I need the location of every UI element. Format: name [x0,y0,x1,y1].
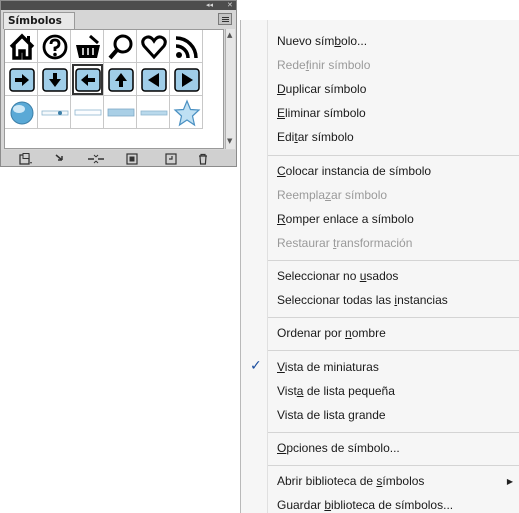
search-icon [108,34,133,60]
delete-symbol-icon[interactable] [197,153,209,165]
new-symbol-icon[interactable] [165,153,177,165]
menu-item-delete-symbol[interactable]: Eliminar símbolo [277,106,366,120]
arrow-left-triangle-button [141,68,167,92]
symbol-globe[interactable] [5,96,38,129]
menu-item-thumbnail-view[interactable]: Vista de miniaturas [277,360,379,374]
menu-item-edit-symbol[interactable]: Editar símbolo [277,130,354,144]
menu-item-replace-symbol[interactable]: Reemplazar símbolo [277,188,387,202]
thin-blue-bar [140,110,168,116]
slider-bar [41,110,69,116]
symbol-slider-bar[interactable] [38,96,71,129]
menu-item-large-list-view[interactable]: Vista de lista grande [277,408,386,422]
submenu-arrow-icon: ▶ [506,477,513,486]
menu-separator [268,317,519,318]
close-icon[interactable]: ✕ [227,0,233,10]
menu-item-new-symbol[interactable]: Nuevo símbolo... [277,34,367,48]
symbol-blue-bar[interactable] [104,96,137,129]
menu-separator [268,260,519,261]
symbols-panel: ◂◂ ✕ Símbolos ▲ ▼ [0,0,237,167]
symbol-basket[interactable] [71,30,104,63]
empty-bar [74,109,102,116]
menu-item-reset-transformation[interactable]: Restaurar transformación [277,236,412,250]
panel-context-menu: Nuevo símbolo... Redefinir símbolo Dupli… [240,20,519,513]
star-icon [173,99,201,127]
menu-item-sort-by-name[interactable]: Ordenar por nombre [277,326,386,340]
tab-symbols[interactable]: Símbolos [3,12,75,29]
rss-icon [175,36,198,59]
symbol-empty-bar[interactable] [71,96,104,129]
panel-title-bar[interactable]: ◂◂ ✕ [1,1,236,10]
symbols-grid [4,29,224,149]
symbol-search[interactable] [104,30,137,63]
arrow-down-button [42,68,68,92]
arrow-up-button [108,68,134,92]
menu-separator [268,432,519,433]
menu-item-open-symbol-library[interactable]: Abrir biblioteca de símbolos [277,474,424,488]
menu-item-place-symbol-instance[interactable]: Colocar instancia de símbolo [277,164,431,178]
menu-separator [268,155,519,156]
symbol-arrow-right[interactable] [5,63,38,96]
menu-item-break-link[interactable]: Romper enlace a símbolo [277,212,414,226]
menu-item-save-symbol-library[interactable]: Guardar biblioteca de símbolos... [277,498,453,512]
panel-menu-button[interactable] [218,13,232,25]
symbol-star[interactable] [170,96,203,129]
symbol-library-menu-icon[interactable] [19,153,33,165]
menu-item-small-list-view[interactable]: Vista de lista pequeña [277,384,395,398]
menu-separator [268,350,519,351]
symbols-scrollbar[interactable]: ▲ ▼ [225,29,235,149]
place-symbol-instance-icon[interactable] [54,153,68,165]
menu-item-redefine-symbol[interactable]: Redefinir símbolo [277,58,370,72]
symbol-triangle-right[interactable] [170,63,203,96]
panel-bottom-toolbar [1,150,236,166]
menu-gutter [267,20,268,513]
checkmark-icon: ✓ [250,358,262,374]
symbol-help[interactable] [38,30,71,63]
collapse-arrows-icon[interactable]: ◂◂ [206,0,213,10]
symbol-arrow-down[interactable] [38,63,71,96]
symbol-arrow-up[interactable] [104,63,137,96]
menu-separator [268,465,519,466]
blue-bar [107,108,135,117]
symbol-triangle-left[interactable] [137,63,170,96]
arrow-left-button [75,68,101,92]
basket-icon [76,34,100,58]
symbol-heart[interactable] [137,30,170,63]
symbol-options-icon[interactable] [126,153,138,165]
symbol-rss[interactable] [170,30,203,63]
arrow-right-triangle-button [174,68,200,92]
break-link-icon[interactable] [87,153,105,165]
heart-icon [141,35,167,60]
symbol-thin-blue-bar[interactable] [137,96,170,129]
menu-item-select-unused[interactable]: Seleccionar no usados [277,269,398,283]
help-icon [42,34,68,60]
home-icon [9,33,35,60]
menu-item-select-all-instances[interactable]: Seleccionar todas las instancias [277,293,448,307]
scroll-down-arrow-icon[interactable]: ▼ [227,137,232,145]
globe-icon [10,101,34,125]
arrow-right-button [9,68,35,92]
menu-item-symbol-options[interactable]: Opciones de símbolo... [277,441,400,455]
symbol-arrow-left[interactable] [71,63,104,96]
symbol-home[interactable] [5,30,38,63]
menu-item-duplicate-symbol[interactable]: Duplicar símbolo [277,82,366,96]
scroll-up-arrow-icon[interactable]: ▲ [227,31,232,39]
